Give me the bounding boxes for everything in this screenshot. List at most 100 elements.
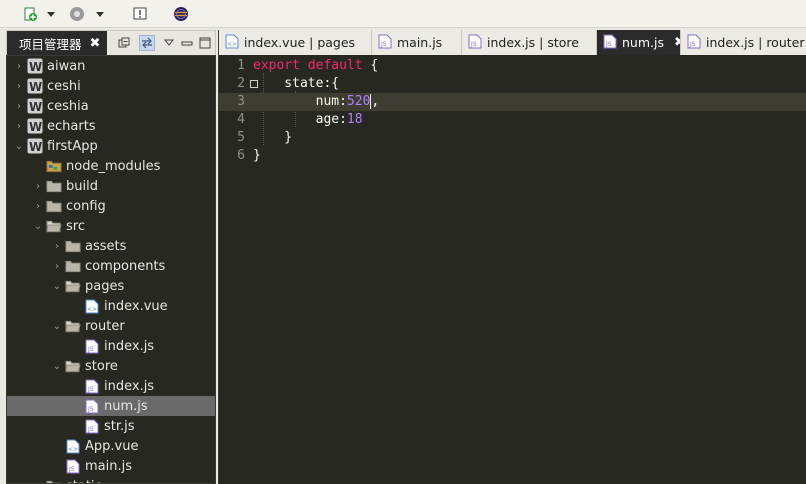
- tree-item-label: main.js: [85, 458, 132, 474]
- tree-item[interactable]: <> index.vue: [7, 296, 215, 316]
- tree-item[interactable]: JS main.js: [7, 456, 215, 476]
- tree-item[interactable]: › components: [7, 256, 215, 276]
- chevron-down-icon[interactable]: ⌄: [51, 281, 63, 292]
- tree-item-label: ceshia: [47, 98, 89, 114]
- chevron-down-icon[interactable]: ⌄: [13, 141, 25, 152]
- tree-item[interactable]: JS index.js: [7, 336, 215, 356]
- chevron-right-icon[interactable]: ›: [13, 101, 25, 112]
- chevron-right-icon[interactable]: ›: [51, 241, 63, 252]
- tree-item-label: static: [66, 479, 102, 484]
- tree-item[interactable]: JS index.js: [7, 376, 215, 396]
- tree-item-label: router: [85, 318, 125, 334]
- tree-item-label: index.js: [104, 338, 155, 354]
- tree-item[interactable]: ⌄ router: [7, 316, 215, 336]
- code-line[interactable]: 2 state:{: [219, 75, 806, 93]
- keyword-token: export default: [253, 58, 363, 73]
- code-text: export default {: [253, 57, 378, 75]
- tree-item-label: ceshi: [47, 78, 81, 94]
- code-token: age:: [253, 112, 347, 127]
- maximize-icon[interactable]: [197, 35, 213, 51]
- tree-item[interactable]: ⌄ WfirstApp: [7, 136, 215, 156]
- code-line[interactable]: 3 num:520,: [219, 93, 806, 111]
- close-icon[interactable]: ✖: [674, 35, 680, 50]
- chevron-right-icon[interactable]: ›: [13, 121, 25, 132]
- project-icon: W: [27, 58, 43, 74]
- editor-tab[interactable]: JS index.js | store: [462, 30, 597, 55]
- project-icon: W: [27, 78, 43, 94]
- fold-marker-icon[interactable]: [250, 80, 258, 88]
- folder-open-icon: [46, 218, 62, 234]
- tree-item[interactable]: › Wceshi: [7, 76, 215, 96]
- tree-item[interactable]: JS str.js: [7, 416, 215, 436]
- vue-file-icon: <>: [225, 34, 239, 52]
- chevron-right-icon[interactable]: ›: [32, 181, 44, 192]
- js-file-icon: JS: [603, 34, 617, 52]
- folder-icon: [46, 178, 62, 194]
- eclipse-icon[interactable]: [173, 4, 189, 24]
- close-icon[interactable]: ✖: [90, 36, 101, 51]
- tree-item[interactable]: › static: [7, 476, 215, 484]
- tree-item[interactable]: › Wecharts: [7, 116, 215, 136]
- project-manager-tab[interactable]: 项目管理器 ✖: [7, 31, 107, 56]
- browser-run-icon[interactable]: [69, 4, 85, 24]
- tree-item[interactable]: ⌄ src: [7, 216, 215, 236]
- tree-item[interactable]: › Wceshia: [7, 96, 215, 116]
- code-line[interactable]: 1 export default {: [219, 57, 806, 75]
- tree-item[interactable]: › assets: [7, 236, 215, 256]
- code-line[interactable]: 6}: [219, 147, 806, 165]
- editor-tab[interactable]: JS num.js ✖: [597, 30, 681, 55]
- project-icon: W: [27, 98, 43, 114]
- editor-tab[interactable]: JS index.js | router: [681, 30, 806, 55]
- svg-text:W: W: [29, 60, 42, 74]
- tree-item-label: components: [85, 258, 166, 274]
- chevron-right-icon[interactable]: ›: [32, 481, 44, 484]
- folder-open-icon: [65, 358, 81, 374]
- chevron-down-icon[interactable]: ⌄: [51, 361, 63, 372]
- tree-item[interactable]: <> App.vue: [7, 436, 215, 456]
- editor-tab-label: num.js: [622, 35, 664, 50]
- code-line[interactable]: 5 }: [219, 129, 806, 147]
- code-editor[interactable]: 1 export default {2 state:{3 num:520, 4 ag…: [219, 55, 806, 484]
- svg-text:JS: JS: [87, 426, 94, 433]
- editor-tab-label: main.js: [397, 35, 443, 50]
- dropdown-arrow-icon[interactable]: [46, 4, 56, 24]
- editor-tab[interactable]: JS main.js: [372, 30, 462, 55]
- code-line[interactable]: 4 age:18: [219, 111, 806, 129]
- chevron-right-icon[interactable]: ›: [13, 81, 25, 92]
- editor-tab[interactable]: <> index.vue | pages: [219, 30, 372, 55]
- dropdown-arrow-icon[interactable]: [95, 4, 105, 24]
- code-token: }: [253, 130, 293, 145]
- collapse-all-icon[interactable]: [116, 35, 132, 51]
- svg-text:JS: JS: [380, 41, 387, 48]
- code-text: age:18: [253, 111, 363, 129]
- tree-item[interactable]: ⌄ pages: [7, 276, 215, 296]
- tree-item-label: build: [66, 178, 98, 194]
- js-file-icon: JS: [468, 34, 482, 52]
- tree-item[interactable]: JS num.js: [7, 396, 215, 416]
- tree-item[interactable]: node_modules: [7, 156, 215, 176]
- code-token: state:{: [253, 76, 340, 91]
- line-number: 6: [237, 148, 245, 163]
- chevron-right-icon[interactable]: ›: [51, 261, 63, 272]
- terminal-icon[interactable]: [132, 4, 148, 24]
- svg-text:W: W: [29, 120, 42, 134]
- tree-item[interactable]: ⌄ store: [7, 356, 215, 376]
- tree-item[interactable]: › config: [7, 196, 215, 216]
- folder-icon: [46, 478, 62, 483]
- folder-open-icon: [65, 318, 81, 334]
- chevron-right-icon[interactable]: ›: [32, 201, 44, 212]
- tree-item-label: assets: [85, 238, 127, 254]
- code-text: state:{: [253, 75, 339, 93]
- chevron-down-icon[interactable]: ⌄: [51, 321, 63, 332]
- chevron-right-icon[interactable]: ›: [13, 61, 25, 72]
- folder-open-icon: [65, 278, 81, 294]
- link-editor-icon[interactable]: [139, 35, 155, 51]
- tree-item[interactable]: › build: [7, 176, 215, 196]
- tree-item-label: config: [66, 198, 106, 214]
- chevron-down-icon[interactable]: ⌄: [32, 221, 44, 232]
- tree-item[interactable]: › Waiwan: [7, 56, 215, 76]
- new-run-icon[interactable]: [22, 4, 38, 24]
- js-file-icon: JS: [84, 378, 100, 394]
- minimize-icon[interactable]: [179, 35, 195, 51]
- view-menu-icon[interactable]: [161, 35, 177, 51]
